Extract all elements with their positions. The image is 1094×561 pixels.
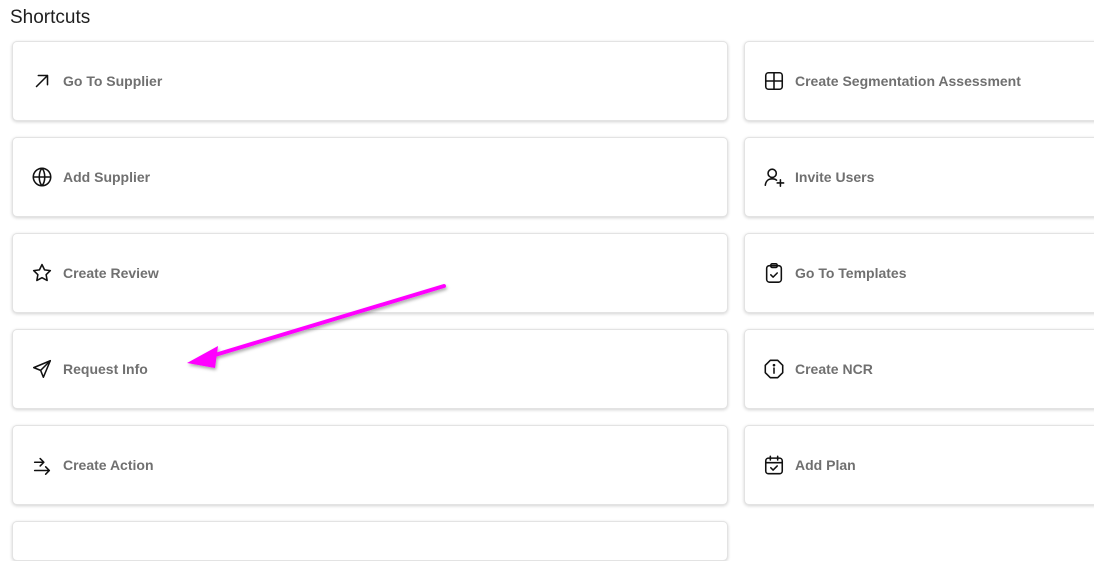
star-icon [31,262,53,284]
clipboard-check-icon [763,262,785,284]
shortcut-label: Add Supplier [63,169,151,185]
arrow-up-right-icon [31,70,53,92]
calendar-check-icon [763,454,785,476]
shortcut-create-segmentation-assessment[interactable]: Create Segmentation Assessment [744,41,1094,121]
octagon-info-icon [763,358,785,380]
shortcut-label: Create Segmentation Assessment [795,73,1021,89]
shortcut-invite-users[interactable]: Invite Users [744,137,1094,217]
shortcut-add-supplier[interactable]: Add Supplier [12,137,728,217]
grid-icon [763,70,785,92]
arrows-right-icon [31,454,53,476]
send-icon [31,358,53,380]
globe-icon [31,166,53,188]
shortcut-go-to-templates[interactable]: Go To Templates [744,233,1094,313]
shortcut-label: Add Plan [795,457,856,473]
shortcut-create-action[interactable]: Create Action [12,425,728,505]
shortcut-label: Create Action [63,457,154,473]
shortcut-request-info[interactable]: Request Info [12,329,728,409]
user-plus-icon [763,166,785,188]
shortcut-label: Go To Supplier [63,73,163,89]
shortcut-card-partial[interactable] [12,521,728,561]
shortcut-create-review[interactable]: Create Review [12,233,728,313]
shortcut-create-ncr[interactable]: Create NCR [744,329,1094,409]
shortcut-label: Invite Users [795,169,875,185]
shortcut-label: Request Info [63,361,148,377]
shortcut-add-plan[interactable]: Add Plan [744,425,1094,505]
shortcut-label: Go To Templates [795,265,907,281]
shortcut-label: Create NCR [795,361,873,377]
shortcut-go-to-supplier[interactable]: Go To Supplier [12,41,728,121]
page-title: Shortcuts [10,7,91,28]
shortcut-label: Create Review [63,265,159,281]
